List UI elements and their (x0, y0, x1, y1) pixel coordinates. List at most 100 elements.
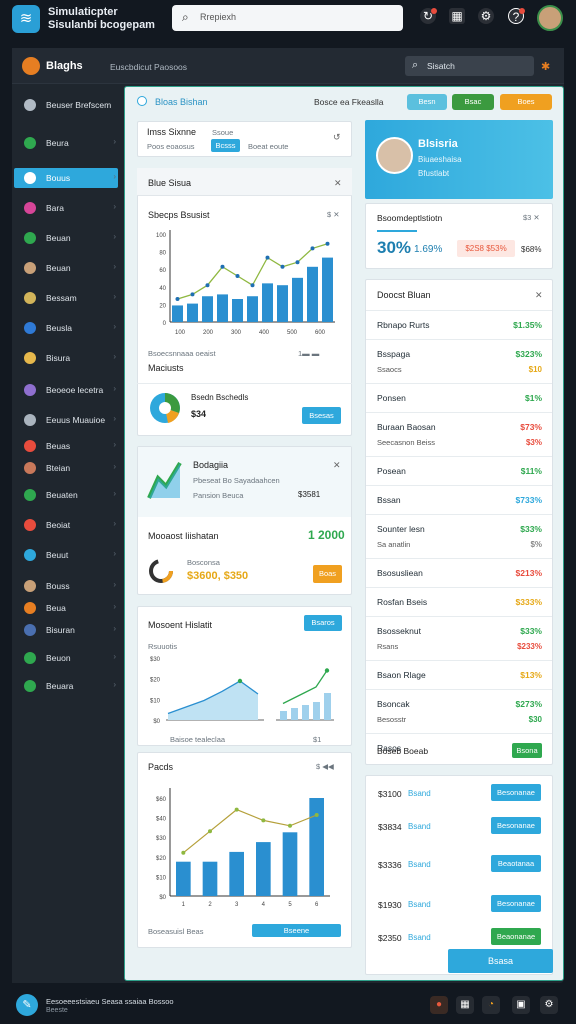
calendar-icon[interactable]: ▦ (449, 8, 465, 24)
window-search-input[interactable]: Sisatch (427, 61, 455, 71)
sidebar-item[interactable]: Beuut › (14, 545, 118, 565)
action-button-2[interactable]: Bsac (452, 94, 494, 110)
search-icon: ⌕ (412, 59, 419, 71)
pie-button[interactable]: Bsesas (302, 407, 341, 424)
detail-row[interactable]: Bssan $733% (366, 485, 552, 514)
sidebar-item[interactable]: Beura › (14, 133, 118, 153)
settings-icon[interactable]: ⚙ (540, 996, 558, 1014)
breadcrumb: Bosce ea Fkeaslla (314, 97, 384, 107)
price-button[interactable]: Besonanae (491, 895, 541, 912)
detail-row[interactable]: Bsosusliean $213% (366, 558, 552, 587)
detail-row[interactable]: Bsoncak $273% Besosstr $30 (366, 689, 552, 733)
bar (202, 861, 218, 896)
price-tag: Bsand (408, 900, 431, 909)
sidebar-item[interactable]: Beusla › (14, 318, 118, 338)
line-point (280, 264, 285, 269)
sidebar-item[interactable]: Bouus › (14, 168, 118, 188)
bar (262, 283, 273, 322)
primary-action-button[interactable]: Bsasa (448, 949, 553, 973)
sidebar-item[interactable]: Eeuus Muauioe › (14, 410, 118, 430)
sidebar-item[interactable]: Beuaten › (14, 485, 118, 505)
search-input[interactable]: Rrepiexh (200, 12, 236, 22)
grid-icon[interactable]: ▣ (512, 996, 530, 1014)
sidebar-item[interactable]: Bisuran › (14, 620, 118, 640)
clock-icon[interactable]: ◔ (482, 996, 500, 1014)
detail-row[interactable]: Rosfan Bseis $333% (366, 587, 552, 616)
sidebar-item[interactable]: Beuon › (14, 648, 118, 668)
filter-button[interactable]: Bcsss (211, 139, 240, 152)
line-point (250, 283, 255, 288)
close-icon[interactable]: ✕ (334, 178, 342, 189)
sidebar-item[interactable]: Beuara › (14, 676, 118, 696)
pen-icon[interactable]: ✎ (16, 994, 38, 1016)
row-value: $33% (520, 626, 542, 636)
sidebar-item-label: Beuan (46, 233, 71, 243)
user-avatar[interactable] (537, 5, 563, 31)
bar-button[interactable]: Bseene (252, 924, 341, 937)
profile-avatar[interactable] (376, 137, 413, 174)
sidebar-item[interactable]: Bouss › (14, 576, 118, 596)
kpi-underline (377, 230, 417, 232)
price-tag: Bsand (408, 860, 431, 869)
detail-row[interactable]: Buraan Baosan $73% Seecasnon Beiss $3% (366, 412, 552, 456)
sidebar-item-label: Beoeoe lecetra (46, 385, 104, 395)
x-tick-label: 500 (287, 330, 298, 336)
detail-row[interactable]: Ponsen $1% (366, 383, 552, 412)
price-button[interactable]: Beaonanae (491, 928, 541, 945)
detail-row[interactable]: Sounter lesn $33% Sa anatlin $% (366, 514, 552, 558)
trend-value: $3581 (298, 490, 321, 499)
detail-row[interactable]: Rbnapo Rurts $1.35% (366, 310, 552, 339)
sidebar-item[interactable]: Beoiat › (14, 515, 118, 535)
price-value: $3100 (378, 789, 402, 799)
sidebar-item[interactable]: Bisura › (14, 348, 118, 368)
sidebar-item[interactable]: Beuas › (14, 436, 118, 456)
detail-footer-button[interactable]: Bsona (512, 743, 542, 758)
price-button[interactable]: Besonanae (491, 784, 541, 801)
row-label: Bsosseknut (377, 626, 421, 636)
refresh-icon[interactable]: ↺ (333, 132, 341, 143)
sidebar-item[interactable]: Beuser Brefscem (14, 95, 118, 115)
shield-icon (24, 232, 36, 244)
bar (302, 705, 309, 720)
help-badge (519, 8, 525, 14)
action-button-3[interactable]: Boes (500, 94, 552, 110)
sidebar-item[interactable]: Bessam › (14, 288, 118, 308)
filter-tag-2[interactable]: Boeat eoute (248, 142, 288, 151)
sidebar-item[interactable]: Beua › (14, 598, 118, 618)
fire-icon[interactable]: ● (430, 996, 448, 1014)
sidebar-item[interactable]: Bteian › (14, 458, 118, 478)
multi-button[interactable]: Bsaros (304, 615, 342, 631)
gear-icon[interactable]: ⚙ (478, 8, 494, 24)
detail-row[interactable]: Bsaon Rlage $13% (366, 660, 552, 689)
window-subtitle: Euscbdicut Paosoos (110, 62, 188, 72)
global-search[interactable]: ⌕ Rrepiexh (172, 5, 403, 31)
y-tick-label: $0 (153, 719, 160, 725)
user-avatar-icon (24, 602, 36, 614)
detail-row[interactable]: Bsspaga $323% Ssaocs $10 (366, 339, 552, 383)
sidebar-item[interactable]: Beuan › (14, 228, 118, 248)
sidebar-item[interactable]: Beoeoe lecetra › (14, 380, 118, 400)
metric-button[interactable]: Boas (313, 565, 342, 583)
price-button[interactable]: Beaotanaa (491, 855, 541, 872)
line-point (261, 818, 266, 823)
action-button-1[interactable]: Besn (407, 94, 447, 110)
calendar-icon[interactable]: ▦ (456, 996, 474, 1014)
star-icon[interactable]: ✱ (541, 60, 550, 73)
close-icon[interactable]: ✕ (333, 460, 341, 471)
detail-row[interactable]: Posean $11% (366, 456, 552, 485)
price-value: $3336 (378, 860, 402, 870)
price-button[interactable]: Besonanae (491, 817, 541, 834)
row-value: $213% (515, 568, 542, 578)
filter-tag-1[interactable]: Poos eoaosus (147, 142, 195, 151)
x-tick-label: 4 (262, 902, 266, 908)
detail-row[interactable]: Bsosseknut $33% Rsans $233% (366, 616, 552, 660)
close-icon[interactable]: ✕ (535, 290, 543, 301)
sidebar-item[interactable]: Beuan › (14, 258, 118, 278)
chevron-right-icon: › (113, 602, 116, 611)
app-logo-icon[interactable]: ≋ (12, 5, 40, 33)
y-tick-label: $30 (150, 657, 161, 663)
stats-subtitle: Maciusts (148, 363, 184, 373)
apple-icon (24, 202, 36, 214)
sidebar-item[interactable]: Bara › (14, 198, 118, 218)
window-search[interactable]: ⌕ Sisatch (405, 56, 534, 76)
